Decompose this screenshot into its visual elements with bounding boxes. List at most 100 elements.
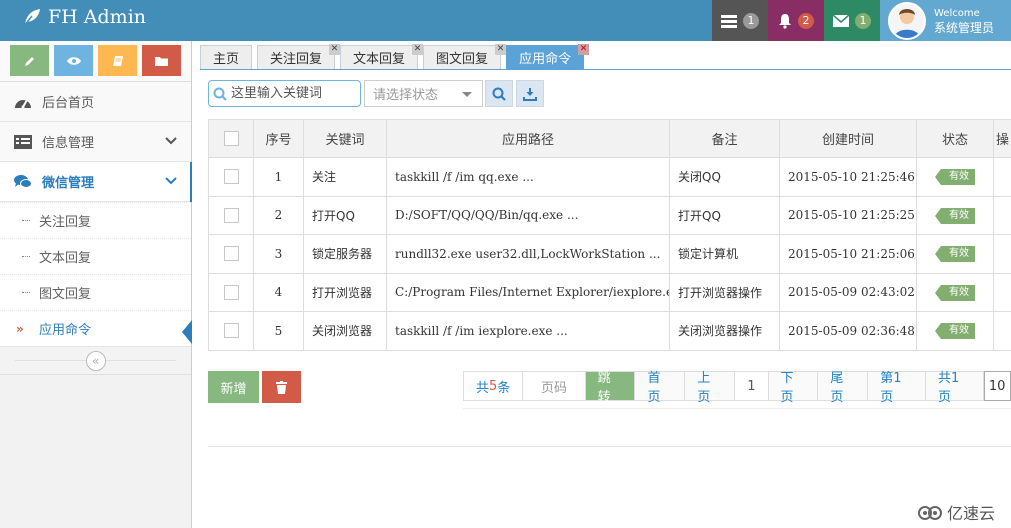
table-row[interactable]: 5 关闭浏览器 taskkill /f /im iexplore.exe ...… xyxy=(208,311,1011,351)
tab-label: 主页 xyxy=(213,52,240,67)
column-header[interactable]: 状态 xyxy=(916,119,994,158)
cell-path: taskkill /f /im qq.exe ... xyxy=(386,157,670,197)
download-icon xyxy=(523,87,537,101)
status-badge: 有效 xyxy=(935,323,975,340)
sidebar-item-home[interactable]: 后台首页 xyxy=(0,82,191,122)
user-menu[interactable]: Welcome 系统管理员 xyxy=(880,0,1011,41)
close-icon[interactable]: ✕ xyxy=(495,44,507,55)
cell-path: C:/Program Files/Internet Explorer/iexpl… xyxy=(386,272,670,312)
sidebar: 后台首页 信息管理 微信管理 关注回复 文本回复 图文回复 » 应用命令 « xyxy=(0,41,192,528)
search-button[interactable] xyxy=(485,80,513,107)
tab-follow-reply[interactable]: 关注回复 ✕ xyxy=(257,44,341,69)
column-header[interactable]: 备注 xyxy=(669,119,780,158)
table-row[interactable]: 1 关注 taskkill /f /im qq.exe ... 关闭QQ 201… xyxy=(208,157,1011,197)
notifications-button[interactable]: 2 xyxy=(768,0,824,41)
row-checkbox[interactable] xyxy=(223,284,239,300)
select-all-cell xyxy=(208,119,254,158)
status-select-placeholder: 请选择状态 xyxy=(373,88,439,103)
tab-text-reply[interactable]: 文本回复 ✕ xyxy=(340,44,424,69)
dashboard-icon xyxy=(15,99,31,108)
pager-divider xyxy=(463,408,1011,409)
cell-time: 2015-05-09 02:36:48 xyxy=(779,311,917,351)
jump-button[interactable]: 跳转 xyxy=(585,371,636,405)
column-header[interactable]: 操 xyxy=(993,119,1011,158)
cell-note: 关闭浏览器操作 xyxy=(669,311,780,351)
sidebar-item-wechat[interactable]: 微信管理 xyxy=(0,162,192,202)
add-button[interactable]: 新增 xyxy=(208,371,259,403)
column-header[interactable]: 序号 xyxy=(253,119,304,158)
cell-keyword: 打开浏览器 xyxy=(303,272,387,312)
search-icon xyxy=(213,87,227,101)
submenu-item-news-reply[interactable]: 图文回复 xyxy=(0,274,191,310)
cell-path: taskkill /f /im iexplore.exe ... xyxy=(386,311,670,351)
shortcut-buttons xyxy=(0,41,191,82)
submenu-item-follow-reply[interactable]: 关注回复 xyxy=(0,202,191,238)
status-badge: 有效 xyxy=(935,284,975,301)
row-checkbox[interactable] xyxy=(223,169,239,185)
keyword-search-field[interactable] xyxy=(208,80,361,107)
top-navbar: FH Admin 1 2 1 Welcome 系统管理员 xyxy=(0,0,1011,41)
tab-app-command[interactable]: 应用命令 ✕ xyxy=(506,44,590,69)
close-icon[interactable]: ✕ xyxy=(329,44,341,55)
username: 系统管理员 xyxy=(934,20,995,35)
cell-keyword: 打开QQ xyxy=(303,195,387,235)
page-size-select[interactable]: 10 xyxy=(983,371,1011,401)
row-checkbox[interactable] xyxy=(223,207,239,223)
folder-icon xyxy=(154,56,168,66)
export-button[interactable] xyxy=(516,80,544,107)
column-header[interactable]: 关键词 xyxy=(303,119,387,158)
submenu-item-text-reply[interactable]: 文本回复 xyxy=(0,238,191,274)
watermark: 亿速云 xyxy=(917,500,995,524)
tasks-button[interactable]: 1 xyxy=(712,0,768,41)
command-table: 序号 关键词 应用路径 备注 创建时间 状态 操 1 关注 taskkill /… xyxy=(208,119,1011,351)
select-all-checkbox[interactable] xyxy=(223,131,239,146)
first-page-link[interactable]: 首页 xyxy=(635,371,686,405)
tab-news-reply[interactable]: 图文回复 ✕ xyxy=(423,44,507,69)
keyword-input[interactable] xyxy=(231,86,351,101)
pencil-icon xyxy=(24,56,34,66)
sidebar-item-info[interactable]: 信息管理 xyxy=(0,122,191,162)
delete-button[interactable] xyxy=(262,371,301,403)
shortcut-view-button[interactable] xyxy=(54,45,93,76)
status-badge: 有效 xyxy=(935,169,975,186)
submenu-item-app-command[interactable]: » 应用命令 xyxy=(0,310,192,346)
collapse-sidebar-button[interactable]: « xyxy=(85,350,106,371)
cell-note: 打开浏览器操作 xyxy=(669,272,780,312)
table-row[interactable]: 3 锁定服务器 rundll32.exe user32.dll,LockWork… xyxy=(208,234,1011,274)
tab-label: 应用命令 xyxy=(519,52,572,67)
close-icon[interactable]: ✕ xyxy=(578,44,590,55)
sidebar-collapse-row: « xyxy=(0,347,191,375)
messages-button[interactable]: 1 xyxy=(824,0,880,41)
table-row[interactable]: 4 打开浏览器 C:/Program Files/Internet Explor… xyxy=(208,272,1011,312)
cell-time: 2015-05-10 21:25:46 xyxy=(779,157,917,197)
shortcut-book-button[interactable] xyxy=(98,45,137,76)
status-badge: 有效 xyxy=(935,207,975,224)
column-header[interactable]: 应用路径 xyxy=(386,119,670,158)
close-icon[interactable]: ✕ xyxy=(412,44,424,55)
cell-note: 打开QQ xyxy=(669,195,780,235)
last-page-link[interactable]: 尾页 xyxy=(818,371,869,405)
shortcut-edit-button[interactable] xyxy=(10,45,49,76)
chevron-down-icon xyxy=(165,137,177,145)
cell-actions xyxy=(993,157,1011,197)
prev-page-link[interactable]: 上页 xyxy=(685,371,736,405)
caret-down-icon xyxy=(462,92,472,97)
trash-icon xyxy=(276,380,287,394)
table-row[interactable]: 2 打开QQ D:/SOFT/QQ/QQ/Bin/qq.exe ... 打开QQ… xyxy=(208,195,1011,235)
shortcut-folder-button[interactable] xyxy=(142,45,181,76)
watermark-text: 亿速云 xyxy=(946,504,995,523)
status-select[interactable]: 请选择状态 xyxy=(364,80,483,107)
row-checkbox[interactable] xyxy=(223,246,239,262)
sidebar-item-label: 后台首页 xyxy=(42,96,95,111)
page-number-input[interactable]: 页码 xyxy=(523,371,586,401)
next-page-link[interactable]: 下页 xyxy=(768,371,819,405)
sidebar-item-label: 微信管理 xyxy=(42,176,95,191)
tab-home[interactable]: 主页 xyxy=(200,45,253,69)
row-checkbox[interactable] xyxy=(223,323,239,339)
tab-label: 关注回复 xyxy=(270,52,323,67)
brand[interactable]: FH Admin xyxy=(22,6,146,28)
total-prefix: 共 xyxy=(476,380,490,396)
column-header[interactable]: 创建时间 xyxy=(779,119,917,158)
footer-divider xyxy=(208,446,1011,447)
total-count: 5 xyxy=(489,378,498,394)
